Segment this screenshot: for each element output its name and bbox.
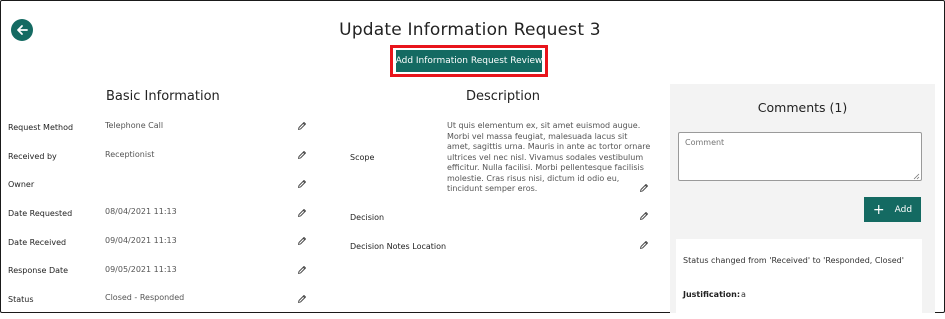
plus-icon: + (872, 201, 885, 218)
add-comment-label: Add (894, 204, 913, 215)
pencil-icon[interactable] (639, 183, 649, 193)
pencil-icon[interactable] (297, 121, 307, 131)
pencil-icon[interactable] (297, 236, 307, 246)
scope-label: Scope (350, 153, 375, 162)
pencil-icon[interactable] (639, 211, 649, 221)
date-requested-label: Date Requested (8, 209, 73, 218)
response-date-value: 09/05/2021 11:13 (105, 265, 177, 274)
comments-panel: Comments (1) + Add Status changed from '… (670, 84, 935, 319)
date-requested-value: 08/04/2021 11:13 (105, 207, 177, 216)
decision-notes-label: Decision Notes Location (350, 242, 447, 251)
status-change-text: Status changed from 'Received' to 'Respo… (683, 256, 904, 265)
request-method-label: Request Method (8, 123, 74, 132)
scope-text: Ut quis elementum ex, sit amet euismod a… (447, 121, 651, 193)
date-received-value: 09/04/2021 11:13 (105, 236, 177, 245)
basic-info-title: Basic Information (106, 89, 220, 104)
description-title: Description (466, 89, 541, 104)
request-method-value: Telephone Call (105, 121, 164, 130)
justification-label: Justification: (683, 290, 741, 299)
review-button-highlight: Add Information Request Review (390, 45, 548, 77)
comment-input[interactable] (678, 132, 922, 181)
add-review-button[interactable]: Add Information Request Review (396, 50, 542, 72)
pencil-icon[interactable] (297, 294, 307, 304)
owner-label: Owner (8, 180, 35, 189)
received-by-label: Received by (8, 152, 57, 161)
pencil-icon[interactable] (639, 240, 649, 250)
date-received-label: Date Received (8, 238, 67, 247)
pencil-icon[interactable] (297, 150, 307, 160)
pencil-icon[interactable] (297, 179, 307, 189)
status-value: Closed - Responded (105, 293, 185, 302)
pencil-icon[interactable] (297, 208, 307, 218)
justification-value: a (741, 290, 746, 299)
received-by-value: Receptionist (105, 150, 155, 159)
status-label: Status (8, 295, 34, 304)
page-title: Update Information Request 3 (339, 20, 601, 40)
resize-handle-icon[interactable] (912, 172, 920, 180)
decision-label: Decision (350, 213, 385, 222)
comments-title: Comments (1) (757, 100, 848, 115)
add-comment-button[interactable]: + Add (864, 197, 921, 222)
pencil-icon[interactable] (297, 265, 307, 275)
response-date-label: Response Date (8, 266, 69, 275)
comment-card: Status changed from 'Received' to 'Respo… (676, 239, 922, 319)
